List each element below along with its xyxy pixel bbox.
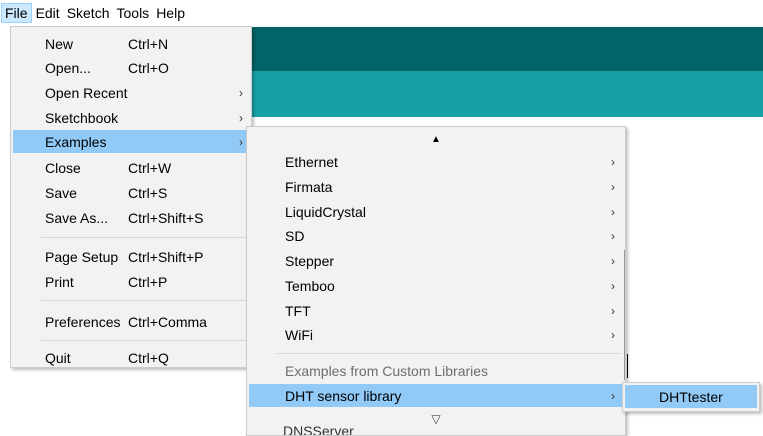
menu-separator [277, 353, 621, 354]
menu-item-temboo[interactable]: Temboo › [249, 274, 623, 297]
menu-item-label: SD [285, 227, 305, 244]
chevron-right-icon: › [239, 110, 243, 125]
menu-item-label: DHTtester [659, 388, 723, 405]
ide-toolbar-background [250, 27, 763, 71]
dht-submenu: DHTtester [622, 382, 760, 412]
menu-item-preferences[interactable]: Preferences Ctrl+Comma [13, 310, 249, 333]
menu-item-label: Close [45, 159, 81, 176]
menu-item-label: Open... [45, 59, 91, 76]
menu-item-shortcut: Ctrl+P [128, 273, 168, 290]
menu-item-label: Open Recent [45, 84, 128, 101]
menu-separator [41, 237, 247, 238]
menu-item-shortcut: Ctrl+Comma [128, 313, 207, 330]
menu-item-page-setup[interactable]: Page Setup Ctrl+Shift+P [13, 245, 249, 268]
menu-item-dht-sensor-library[interactable]: DHT sensor library › [249, 384, 623, 407]
menu-edit[interactable]: Edit [33, 3, 63, 23]
menu-file[interactable]: File [1, 3, 32, 23]
chevron-right-icon: › [611, 278, 615, 293]
ide-tab-bar-background [250, 71, 763, 117]
menu-item-label: TFT [285, 302, 311, 319]
menu-item-label: Save As... [45, 209, 109, 226]
menu-item-label: Page Setup [45, 248, 119, 265]
text-cursor [627, 354, 628, 378]
chevron-right-icon: › [611, 327, 615, 342]
menu-item-firmata[interactable]: Firmata › [249, 175, 623, 198]
chevron-right-icon: › [239, 134, 243, 149]
menu-item-shortcut: Ctrl+Shift+P [128, 248, 204, 265]
menu-item-shortcut: Ctrl+Q [128, 349, 169, 366]
menu-item-label: LiquidCrystal [285, 203, 366, 220]
menu-item-save-as[interactable]: Save As... Ctrl+Shift+S [13, 206, 249, 229]
menu-item-label: Firmata [285, 178, 333, 195]
scroll-up-arrow-icon[interactable]: ▲ [247, 134, 625, 145]
menu-item-sketchbook[interactable]: Sketchbook › [13, 106, 249, 129]
chevron-right-icon: › [611, 253, 615, 268]
menu-item-tft[interactable]: TFT › [249, 299, 623, 322]
chevron-right-icon: › [611, 204, 615, 219]
menu-item-new[interactable]: New Ctrl+N [13, 32, 249, 55]
menu-item-wifi[interactable]: WiFi › [249, 323, 623, 346]
chevron-right-icon: › [611, 228, 615, 243]
window-edge [624, 250, 625, 380]
menu-separator [41, 340, 247, 341]
menu-item-sd[interactable]: SD › [249, 224, 623, 247]
chevron-right-icon: › [611, 303, 615, 318]
section-label: Examples from Custom Libraries [285, 362, 489, 379]
menu-item-liquidcrystal[interactable]: LiquidCrystal › [249, 200, 623, 223]
menu-item-label: Save [45, 184, 77, 201]
menu-item-label: DHT sensor library [285, 387, 402, 404]
menu-help[interactable]: Help [153, 3, 188, 23]
menu-item-shortcut: Ctrl+S [128, 184, 168, 201]
section-header-custom-libraries: Examples from Custom Libraries [249, 359, 623, 382]
menu-item-stepper[interactable]: Stepper › [249, 249, 623, 272]
menu-tools[interactable]: Tools [114, 3, 153, 23]
menu-item-shortcut: Ctrl+O [128, 59, 169, 76]
menu-item-open-recent[interactable]: Open Recent › [13, 81, 249, 104]
menu-separator [41, 300, 247, 301]
examples-submenu: ▲ Ethernet › Firmata › LiquidCrystal › S… [246, 126, 626, 436]
menu-item-print[interactable]: Print Ctrl+P [13, 270, 249, 293]
menu-bar: File Edit Sketch Tools Help [0, 0, 763, 26]
menu-item-shortcut: Ctrl+W [128, 159, 172, 176]
menu-item-label: Preferences [45, 313, 121, 330]
menu-item-examples[interactable]: Examples › [13, 130, 249, 153]
chevron-right-icon: › [611, 179, 615, 194]
menu-item-open[interactable]: Open... Ctrl+O [13, 56, 249, 79]
menu-item-shortcut: Ctrl+Shift+S [128, 209, 204, 226]
menu-item-quit[interactable]: Quit Ctrl+Q [13, 346, 249, 369]
menu-item-label: Temboo [285, 277, 335, 294]
menu-item-save[interactable]: Save Ctrl+S [13, 181, 249, 204]
file-menu: New Ctrl+N Open... Ctrl+O Open Recent › … [10, 26, 252, 368]
menu-item-ethernet[interactable]: Ethernet › [249, 150, 623, 173]
chevron-right-icon: › [239, 85, 243, 100]
menu-item-close[interactable]: Close Ctrl+W [13, 156, 249, 179]
menu-item-label: WiFi [285, 326, 313, 343]
menu-item-dhttester[interactable]: DHTtester [625, 385, 757, 408]
chevron-right-icon: › [611, 388, 615, 403]
menu-item-label: Stepper [285, 252, 335, 269]
menu-item-shortcut: Ctrl+N [128, 35, 169, 52]
menu-sketch[interactable]: Sketch [64, 3, 113, 23]
menu-item-label: Ethernet [285, 153, 338, 170]
chevron-right-icon: › [611, 154, 615, 169]
menu-item-label: New [45, 35, 74, 52]
menu-item-dnsserver[interactable]: DNSServer [283, 423, 354, 435]
menu-item-label: Examples [45, 133, 107, 150]
menu-item-label: Print [45, 273, 74, 290]
menu-item-label: Quit [45, 349, 71, 366]
menu-item-label: Sketchbook [45, 109, 119, 126]
